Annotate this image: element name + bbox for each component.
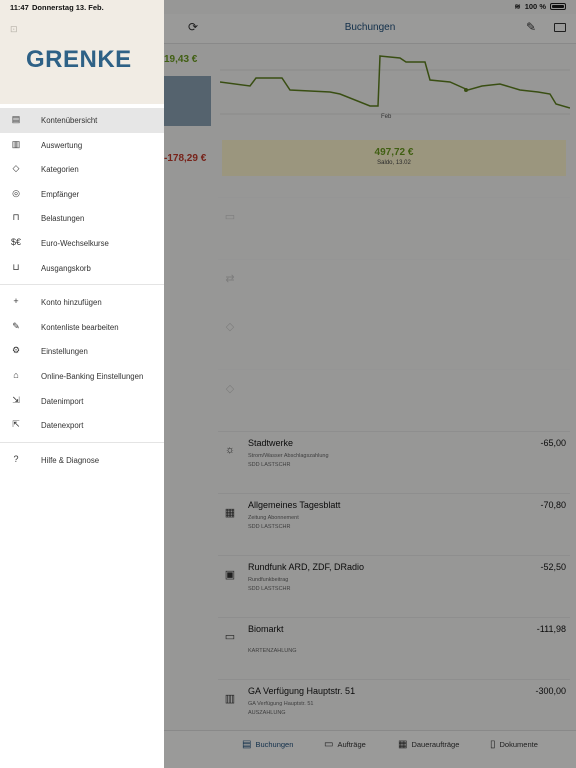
import-icon: ⇲ xyxy=(12,394,20,405)
help-icon: ? xyxy=(13,453,19,464)
drawer-item-currency-exchange[interactable]: $€ Euro-Wechselkurse xyxy=(0,231,164,256)
drawer-item-export[interactable]: ⇱ Datenexport xyxy=(0,413,164,438)
bank-settings-icon: ⌂ xyxy=(13,369,19,380)
bar-chart-icon: ▥ xyxy=(11,138,21,149)
pencil-icon: ✎ xyxy=(12,320,20,331)
drawer-item-stamp[interactable]: ⊓ Belastungen xyxy=(0,206,164,231)
drawer-item-label: Euro-Wechselkurse xyxy=(41,238,109,248)
lock-icon[interactable]: ⊡ xyxy=(10,24,18,35)
tray-icon: ⊔ xyxy=(12,261,20,272)
grenke-logo: GRENKE xyxy=(26,46,132,73)
person-icon: ◎ xyxy=(12,187,20,198)
drawer-item-tag[interactable]: ◇ Kategorien xyxy=(0,157,164,182)
drawer-item-label: Kontenübersicht xyxy=(41,116,98,125)
status-time: 11:47 xyxy=(10,3,29,12)
drawer-item-plus[interactable]: + Konto hinzufügen xyxy=(0,290,164,315)
status-bar: 11:47 Donnerstag 13. Feb. ≋ 100 % xyxy=(0,0,576,14)
drawer-item-label: Datenimport xyxy=(41,396,84,406)
drawer-item-label: Online-Banking Einstellungen xyxy=(41,371,144,381)
plus-icon: + xyxy=(13,296,19,307)
divider xyxy=(0,441,164,443)
drawer-item-accounts[interactable]: ▤ Kontenübersicht xyxy=(0,108,164,133)
drawer-item-label: Kontenliste bearbeiten xyxy=(41,322,119,332)
drawer-item-label: Datenexport xyxy=(41,421,84,431)
wifi-icon: ≋ xyxy=(514,2,521,11)
drawer-menu: ▤ Kontenübersicht ▥ Auswertung ◇ Kategorien ◎ E… xyxy=(0,108,164,472)
drawer-item-label: Ausgangskorb xyxy=(41,263,91,273)
drawer-item-label: Belastungen xyxy=(41,214,85,224)
side-drawer: ⊡ GRENKE ▤ Kontenübersicht ▥ Auswertung ◇ Kat… xyxy=(0,0,164,768)
drawer-item-import[interactable]: ⇲ Datenimport xyxy=(0,389,164,414)
tag-icon: ◇ xyxy=(12,163,20,174)
status-indicators: ≋ 100 % xyxy=(514,2,566,11)
status-date: Donnerstag 13. Feb. xyxy=(32,3,104,12)
currency-exchange-icon: $€ xyxy=(10,236,21,247)
stamp-icon: ⊓ xyxy=(12,212,20,223)
drawer-item-bank-settings[interactable]: ⌂ Online-Banking Einstellungen xyxy=(0,364,164,389)
drawer-item-person[interactable]: ◎ Empfänger xyxy=(0,182,164,207)
drawer-item-label: Auswertung xyxy=(41,140,83,150)
drawer-item-gear[interactable]: ⚙ Einstellungen xyxy=(0,339,164,364)
drawer-item-pencil[interactable]: ✎ Kontenliste bearbeiten xyxy=(0,315,164,340)
export-icon: ⇱ xyxy=(12,419,20,430)
drawer-item-label: Empfänger xyxy=(41,189,80,199)
drawer-item-tray[interactable]: ⊔ Ausgangskorb xyxy=(0,256,164,281)
drawer-item-label: Kategorien xyxy=(41,165,79,175)
divider xyxy=(0,284,164,286)
drawer-item-label: Hilfe & Diagnose xyxy=(41,455,100,465)
battery-percent: 100 % xyxy=(524,2,546,11)
gear-icon: ⚙ xyxy=(11,345,21,356)
drawer-item-label: Einstellungen xyxy=(41,347,88,357)
battery-icon xyxy=(550,3,566,10)
drawer-item-label: Konto hinzufügen xyxy=(41,298,102,308)
drawer-header: ⊡ GRENKE xyxy=(0,0,164,104)
drawer-item-bar-chart[interactable]: ▥ Auswertung xyxy=(0,133,164,158)
drawer-item-help[interactable]: ? Hilfe & Diagnose xyxy=(0,448,164,473)
accounts-icon: ▤ xyxy=(11,114,21,124)
